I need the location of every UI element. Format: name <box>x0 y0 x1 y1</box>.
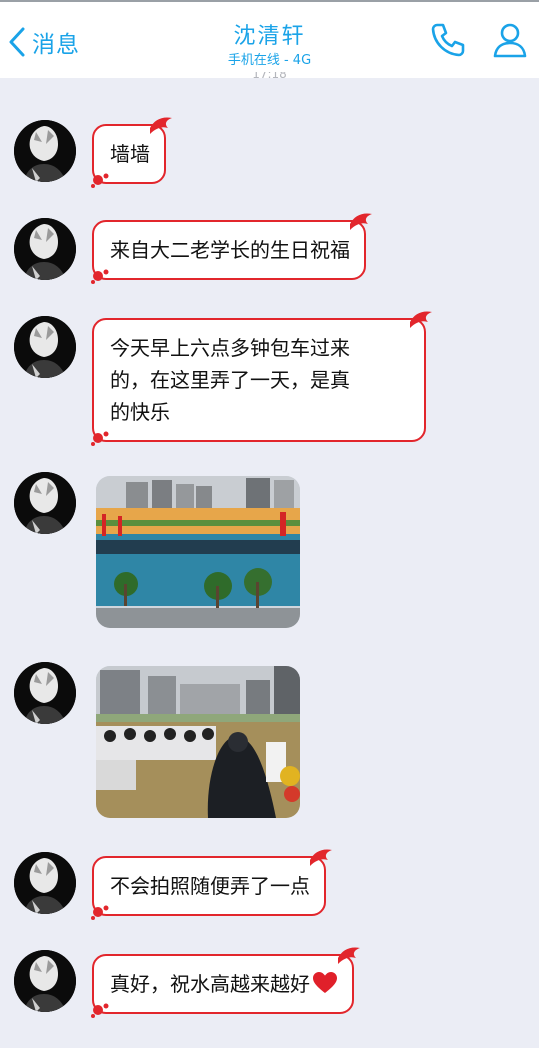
avatar[interactable] <box>14 662 76 724</box>
message-text: 墙墙 <box>110 142 150 166</box>
bubble-decoration-icon <box>91 905 109 920</box>
red-heart-icon <box>313 972 337 993</box>
bubble-decoration-icon <box>310 849 332 866</box>
message-bubble[interactable]: 来自大二老学长的生日祝福 <box>91 213 372 284</box>
avatar[interactable] <box>14 950 76 1012</box>
bubble-decoration-icon <box>91 173 109 188</box>
message-text-line: 今天早上六点多钟包车过来 <box>110 336 350 360</box>
avatar-image <box>14 218 76 280</box>
avatar-image <box>14 120 76 182</box>
message-text: 不会拍照随便弄了一点 <box>110 874 310 898</box>
avatar-image <box>14 950 76 1012</box>
photo-message-sports-field[interactable] <box>96 476 300 628</box>
timestamp-partial: 17:18 <box>252 72 287 81</box>
message-bubble[interactable]: 真好，祝水高越来越好 <box>91 947 360 1018</box>
message-bubble[interactable]: 今天早上六点多钟包车过来 的，在这里弄了一天，是真 的快乐 <box>91 311 432 446</box>
avatar[interactable] <box>14 316 76 378</box>
contact-icon <box>493 23 527 58</box>
phone-icon <box>431 23 465 57</box>
bubble-decoration-icon <box>350 213 372 230</box>
avatar-image <box>14 472 76 534</box>
photo-message-audience[interactable] <box>96 666 300 818</box>
bubble-decoration-icon <box>91 269 109 284</box>
avatar-image <box>14 662 76 724</box>
call-button[interactable] <box>428 20 468 60</box>
avatar-image <box>14 316 76 378</box>
avatar-image <box>14 852 76 914</box>
message-text: 真好，祝水高越来越好 <box>110 972 310 996</box>
sports-field-photo <box>96 476 300 628</box>
bubble-decoration-icon <box>150 117 172 134</box>
bubble-decoration-icon <box>338 947 360 964</box>
message-bubble[interactable]: 墙墙 <box>91 117 172 188</box>
chat-header: 消息 沈清轩 手机在线 - 4G <box>0 0 539 78</box>
bubble-decoration-icon <box>91 1003 109 1018</box>
audience-photo <box>96 666 300 818</box>
contact-profile-button[interactable] <box>490 20 530 60</box>
message-text-line: 的，在这里弄了一天，是真 <box>110 368 350 392</box>
message-text: 来自大二老学长的生日祝福 <box>110 238 350 262</box>
avatar[interactable] <box>14 852 76 914</box>
avatar[interactable] <box>14 218 76 280</box>
bubble-decoration-icon <box>410 311 432 328</box>
bubble-decoration-icon <box>91 431 109 446</box>
avatar[interactable] <box>14 472 76 534</box>
avatar[interactable] <box>14 120 76 182</box>
message-text-line: 的快乐 <box>110 400 170 424</box>
message-bubble[interactable]: 不会拍照随便弄了一点 <box>91 849 332 920</box>
